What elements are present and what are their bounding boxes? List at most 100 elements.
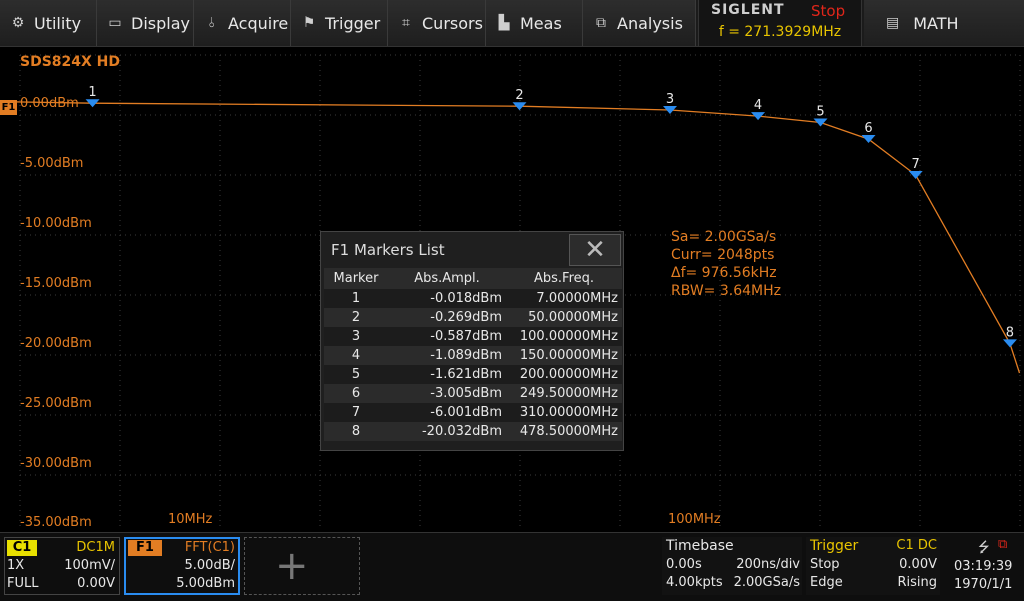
sample-rate-bottom: 2.00GSa/s — [733, 575, 800, 590]
model-label: SDS824X HD — [20, 54, 121, 70]
menu-utility-label: Utility — [34, 13, 82, 33]
math-button[interactable]: ▤ MATH — [864, 0, 1024, 46]
menu-utility[interactable]: ⚙ Utility — [0, 0, 97, 46]
math-icon: ▤ — [886, 15, 900, 31]
current-points: Curr= 2048pts — [671, 247, 775, 263]
flag-icon: ⚑ — [302, 15, 316, 31]
trigger-title: Trigger — [810, 538, 859, 554]
marker-number: 3 — [666, 92, 674, 107]
freq-cell: 150.00000MHz — [506, 346, 622, 365]
timebase-delay: 0.00s — [666, 557, 702, 572]
marker-number: 4 — [754, 98, 762, 113]
menu-trigger[interactable]: ⚑ Trigger — [291, 0, 388, 46]
sample-rate: Sa= 2.00GSa/s — [671, 229, 777, 245]
brand-status-panel: SIGLENT Stop f = 271.3929MHz — [698, 0, 862, 46]
add-icon: + — [275, 543, 309, 589]
marker-number: 6 — [864, 121, 872, 136]
ampl-cell: -0.587dBm — [388, 327, 506, 346]
clock-date: 1970/1/1 — [954, 577, 1013, 592]
table-row[interactable]: 6 -3.005dBm 249.50000MHz — [324, 384, 622, 403]
trigger-level: 0.00V — [899, 557, 937, 572]
freq-cell: 478.50000MHz — [506, 422, 622, 441]
channel-c1-box[interactable]: C1 DC1M 1X 100mV/ FULL 0.00V — [4, 537, 120, 595]
markers-list-title: F1 Markers List — [331, 241, 445, 259]
c1-label: C1 — [7, 540, 37, 556]
timebase-title: Timebase — [666, 538, 734, 554]
trigger-slope: Rising — [897, 575, 937, 590]
y-label-7: -35.00dBm — [20, 515, 92, 530]
marker-cell: 7 — [324, 403, 388, 422]
marker-6: 6 — [861, 121, 876, 144]
marker-number: 1 — [88, 85, 96, 100]
c1-offset: 0.00V — [77, 576, 115, 591]
timebase-box[interactable]: Timebase 0.00s 200ns/div 4.00kpts 2.00GS… — [662, 537, 802, 595]
add-channel-button[interactable]: + — [244, 537, 360, 595]
cursor-icon: ⌗ — [402, 15, 410, 31]
c1-probe: 1X — [7, 558, 25, 573]
freq-cell: 100.00000MHz — [506, 327, 622, 346]
freq-cell: 249.50000MHz — [506, 384, 622, 403]
marker-number: 8 — [1006, 325, 1014, 340]
f1-source: FFT(C1) — [184, 540, 235, 555]
y-label-1: -5.00dBm — [20, 156, 84, 171]
trigger-box[interactable]: Trigger C1 DC Stop 0.00V Edge Rising — [806, 537, 940, 595]
clock-time: 03:19:39 — [954, 559, 1013, 574]
marker-number: 2 — [515, 88, 523, 103]
menu-cursors[interactable]: ⌗ Cursors — [388, 0, 486, 46]
table-row[interactable]: 1 -0.018dBm 7.00000MHz — [324, 289, 622, 308]
marker-1: 1 — [85, 85, 100, 108]
marker-8: 8 — [1002, 325, 1017, 348]
table-row[interactable]: 7 -6.001dBm 310.00000MHz — [324, 403, 622, 422]
ampl-cell: -3.005dBm — [388, 384, 506, 403]
table-row[interactable]: 3 -0.587dBm 100.00000MHz — [324, 327, 622, 346]
ampl-cell: -0.018dBm — [388, 289, 506, 308]
math-f1-box[interactable]: F1 FFT(C1) 5.00dB/ 5.00dBm — [124, 537, 240, 595]
ampl-cell: -20.032dBm — [388, 422, 506, 441]
menu-analysis[interactable]: ⧉ Analysis — [583, 0, 696, 46]
run-state[interactable]: Stop — [811, 2, 845, 20]
network-icon: ⧉ — [998, 537, 1008, 552]
marker-cell: 8 — [324, 422, 388, 441]
menu-meas-label: Meas — [520, 13, 562, 33]
table-row[interactable]: 8 -20.032dBm 478.50000MHz — [324, 422, 622, 441]
marker-triangle — [861, 135, 876, 144]
freq-cell: 310.00000MHz — [506, 403, 622, 422]
trigger-source: C1 DC — [896, 538, 937, 553]
delta-f: Δf= 976.56kHz — [671, 265, 777, 281]
f1-scale: 5.00dB/ — [184, 558, 236, 573]
trace-reference-tag: F1 — [0, 100, 17, 115]
table-row[interactable]: 2 -0.269dBm 50.00000MHz — [324, 308, 622, 327]
markers-table: Marker Abs.Ampl. Abs.Freq. 1 -0.018dBm 7.0… — [324, 268, 622, 441]
marker-cell: 3 — [324, 327, 388, 346]
table-row[interactable]: 4 -1.089dBm 150.00000MHz — [324, 346, 622, 365]
menu-acquire-label: Acquire — [228, 13, 289, 33]
menu-analysis-label: Analysis — [617, 13, 683, 33]
menu-display-label: Display — [131, 13, 190, 33]
acquire-icon: ⫰ — [208, 15, 216, 31]
table-row[interactable]: 5 -1.621dBm 200.00000MHz — [324, 365, 622, 384]
marker-cell: 4 — [324, 346, 388, 365]
f1-reference: 5.00dBm — [176, 576, 235, 591]
marker-cell: 5 — [324, 365, 388, 384]
menu-acquire[interactable]: ⫰ Acquire — [194, 0, 291, 46]
marker-number: 7 — [912, 157, 920, 172]
menu-meas[interactable]: ▙ Meas — [486, 0, 583, 46]
marker-number: 5 — [816, 104, 824, 119]
y-label-3: -15.00dBm — [20, 276, 92, 291]
analysis-icon: ⧉ — [596, 15, 606, 31]
fft-parameters: Sa= 2.00GSa/s Curr= 2048pts Δf= 976.56kH… — [671, 228, 781, 300]
menu-display[interactable]: ▭ Display — [97, 0, 194, 46]
menu-cursors-label: Cursors — [422, 13, 483, 33]
menu-trigger-label: Trigger — [325, 13, 381, 33]
c1-bandwidth: FULL — [7, 576, 39, 591]
frequency-counter: f = 271.3929MHz — [718, 24, 842, 40]
freq-cell: 200.00000MHz — [506, 365, 622, 384]
col-header-marker: Marker — [324, 268, 388, 289]
usb-icon: ⭍ — [978, 540, 990, 556]
col-header-freq: Abs.Freq. — [506, 268, 622, 289]
freq-cell: 50.00000MHz — [506, 308, 622, 327]
math-label: MATH — [913, 13, 959, 33]
close-icon[interactable]: ✕ — [569, 234, 621, 266]
y-label-4: -20.00dBm — [20, 336, 92, 351]
trigger-type: Edge — [810, 575, 843, 590]
